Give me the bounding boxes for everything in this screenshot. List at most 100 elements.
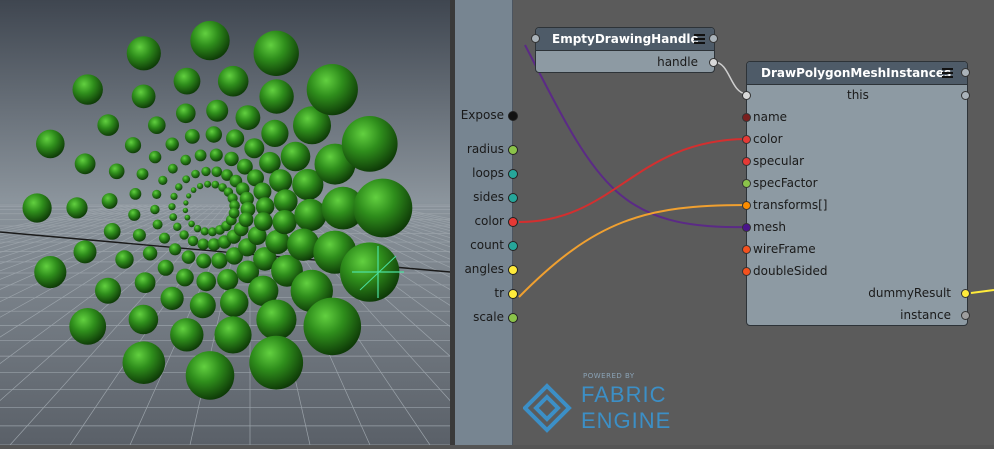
sphere-instance	[196, 271, 216, 292]
sphere-instance	[165, 137, 179, 151]
sphere-instance	[66, 197, 88, 219]
node-title: DrawPolygonMeshInstances	[761, 66, 952, 80]
sphere-instance	[108, 163, 125, 180]
sphere-instance	[211, 166, 223, 178]
sphere-instance	[353, 178, 413, 238]
sphere-instance	[224, 151, 239, 167]
exposed-port-pin[interactable]	[508, 111, 518, 121]
exposed-port-pin[interactable]	[508, 241, 518, 251]
sphere-instance	[217, 269, 239, 291]
canvas-graph-editor[interactable]: Expose radius loops sides color count angles tr…	[455, 0, 994, 445]
node-exec-input-pin[interactable]	[531, 34, 540, 43]
sphere-instance	[157, 259, 174, 276]
sphere-instance	[36, 129, 65, 159]
exposed-port-pin[interactable]	[508, 145, 518, 155]
maya-viewport[interactable]	[0, 0, 994, 446]
input-port-label: mesh	[753, 220, 786, 234]
exposed-port-pin[interactable]	[508, 265, 518, 275]
sphere-instance	[244, 138, 265, 159]
sphere-instance	[182, 207, 189, 214]
sphere-instance	[185, 351, 235, 400]
empty-drawing-handle-node[interactable]: EmptyDrawingHandle handle	[531, 27, 718, 73]
sphere-instance	[160, 286, 184, 310]
output-port-pin[interactable]	[961, 311, 970, 320]
sphere-instance	[238, 212, 254, 228]
output-port-label: dummyResult	[868, 286, 951, 300]
sphere-instance	[101, 193, 118, 209]
sphere-instance	[228, 207, 240, 219]
input-port-pin[interactable]	[742, 157, 751, 166]
sphere-instance	[187, 235, 199, 247]
sphere-instance	[272, 210, 297, 235]
sphere-instance	[261, 119, 289, 147]
sphere-instance	[182, 175, 191, 184]
this-input-pin[interactable]	[742, 91, 751, 100]
exposed-port-pin[interactable]	[508, 217, 518, 227]
sphere-instance	[167, 163, 178, 174]
node-header[interactable]: EmptyDrawingHandle	[531, 28, 718, 51]
sphere-instance	[181, 250, 196, 264]
node-exec-output-pin[interactable]	[709, 34, 718, 43]
sphere-instance	[294, 198, 327, 232]
sphere-instance	[122, 341, 166, 385]
sphere-instance	[170, 318, 204, 352]
sphere-instance	[235, 105, 261, 130]
sphere-instance	[306, 64, 358, 116]
input-port-label: transforms[]	[753, 198, 828, 212]
exposed-port-pin[interactable]	[508, 313, 518, 323]
output-port-label: instance	[900, 308, 951, 322]
logo-line1: FABRIC	[581, 382, 667, 407]
input-port-label: name	[753, 110, 788, 124]
sphere-instance	[170, 192, 178, 200]
input-port-pin[interactable]	[742, 201, 751, 210]
sphere-instance	[73, 240, 97, 264]
sphere-instance	[176, 103, 196, 124]
sphere-instance	[184, 129, 200, 144]
sphere-instance	[158, 175, 168, 185]
sphere-instance	[136, 168, 149, 181]
sphere-instance	[269, 169, 293, 193]
sphere-instance	[205, 126, 222, 143]
sphere-instance	[197, 238, 209, 250]
sphere-instance	[115, 250, 134, 269]
node-exec-output-pin[interactable]	[961, 68, 970, 77]
exposed-port-pin[interactable]	[508, 193, 518, 203]
input-port-label: specFactor	[753, 176, 818, 190]
handle-output-pin[interactable]	[709, 58, 718, 67]
sphere-instance	[249, 335, 304, 390]
sphere-instance	[217, 65, 249, 97]
viewport-canvas[interactable]	[0, 0, 994, 446]
sphere-instance	[148, 116, 166, 134]
sphere-instance	[341, 115, 398, 172]
input-port-pin[interactable]	[742, 179, 751, 188]
wire-dummy-result	[970, 289, 994, 294]
input-port-pin[interactable]	[742, 267, 751, 276]
logo-line2: ENGINE	[581, 408, 672, 433]
input-port-pin[interactable]	[742, 245, 751, 254]
menu-icon[interactable]	[942, 68, 953, 79]
input-port-pin[interactable]	[742, 113, 751, 122]
menu-icon[interactable]	[694, 34, 705, 45]
sphere-instance	[124, 137, 142, 154]
sphere-instance	[196, 253, 212, 269]
sphere-instance	[180, 154, 191, 166]
sphere-instance	[188, 220, 195, 228]
sphere-instance	[128, 208, 141, 221]
output-label: handle	[657, 55, 698, 69]
wire-handle	[713, 61, 747, 95]
input-port-pin[interactable]	[742, 135, 751, 144]
sphere-instance	[179, 230, 189, 240]
draw-polygon-mesh-instances-node[interactable]: DrawPolygonMeshInstances this name color s…	[742, 61, 970, 326]
node-header[interactable]: DrawPolygonMeshInstances	[747, 62, 970, 85]
sphere-instance	[259, 79, 294, 114]
input-port-label: specular	[753, 154, 805, 168]
sphere-instance	[184, 214, 191, 221]
sphere-instance	[129, 188, 142, 200]
input-port-pin[interactable]	[742, 223, 751, 232]
exposed-port-pin[interactable]	[508, 289, 518, 299]
exposed-port-pin[interactable]	[508, 169, 518, 179]
sphere-instance	[201, 166, 211, 177]
output-port-pin[interactable]	[961, 289, 970, 298]
sphere-instance	[209, 148, 223, 162]
this-output-pin[interactable]	[961, 91, 970, 100]
